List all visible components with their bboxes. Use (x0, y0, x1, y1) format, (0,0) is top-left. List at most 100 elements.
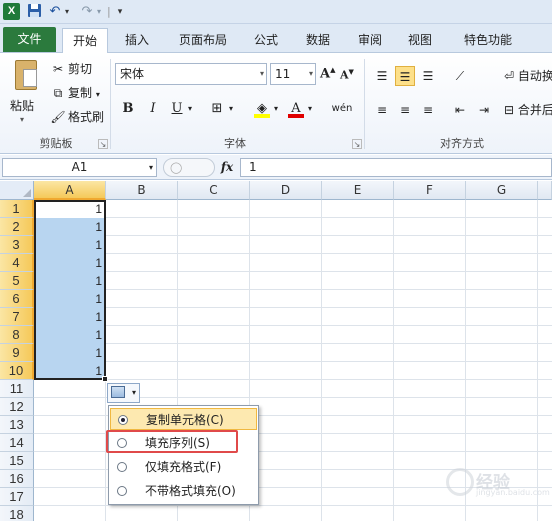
font-color-button[interactable]: A (287, 98, 305, 120)
column-header-g[interactable]: G (466, 181, 538, 200)
select-all-corner[interactable] (0, 181, 34, 200)
copy-button[interactable]: ⧉ 复制 ▾ (50, 83, 100, 103)
borders-button[interactable]: ⊞ (208, 98, 226, 120)
chevron-down-icon[interactable]: ▾ (132, 384, 136, 402)
column-header-h-partial[interactable] (538, 181, 552, 200)
row-header-2[interactable]: 2 (0, 218, 34, 236)
clipboard-launcher-icon[interactable]: ↘ (98, 139, 108, 149)
row-header-16[interactable]: 16 (0, 470, 34, 488)
cut-button[interactable]: ✂ 剪切 (50, 59, 92, 79)
align-top-button[interactable]: ☰ (372, 66, 392, 86)
bold-button[interactable]: B (119, 98, 137, 120)
row-header-7[interactable]: 7 (0, 308, 34, 326)
tab-data[interactable]: 数据 (298, 28, 338, 53)
undo-dropdown-icon[interactable]: ▾ (63, 3, 71, 21)
tab-formulas[interactable]: 公式 (246, 28, 286, 53)
shrink-font-button[interactable]: A▼ (340, 67, 356, 83)
option-fill-formatting-only[interactable]: 仅填充格式(F) (110, 456, 257, 478)
increase-indent-button[interactable]: ⇥ (474, 100, 494, 120)
font-launcher-icon[interactable]: ↘ (352, 139, 362, 149)
paste-dropdown-icon[interactable]: ▾ (20, 115, 24, 124)
cell-a5[interactable]: 1 (34, 272, 102, 290)
align-middle-button[interactable]: ☰ (395, 66, 415, 86)
row-header-3[interactable]: 3 (0, 236, 34, 254)
italic-button[interactable]: I (144, 98, 162, 120)
column-header-c[interactable]: C (178, 181, 250, 200)
insert-function-button[interactable]: fx (218, 158, 236, 177)
column-header-e[interactable]: E (322, 181, 394, 200)
cell-a10[interactable]: 1 (34, 362, 102, 380)
row-header-1[interactable]: 1 (0, 200, 34, 218)
tab-insert[interactable]: 插入 (116, 28, 158, 53)
decrease-indent-button[interactable]: ⇤ (450, 100, 470, 120)
redo-icon[interactable]: ↷ (80, 3, 94, 21)
tab-special-features[interactable]: 特色功能 (452, 28, 524, 53)
fill-handle[interactable] (102, 376, 108, 382)
phonetic-guide-button[interactable]: wén (328, 98, 356, 120)
row-header-13[interactable]: 13 (0, 416, 34, 434)
tab-review[interactable]: 审阅 (350, 28, 390, 53)
font-color-dropdown-icon[interactable]: ▾ (306, 98, 314, 120)
align-bottom-button[interactable]: ☰ (418, 66, 438, 86)
cell-a2[interactable]: 1 (34, 218, 102, 236)
undo-icon[interactable]: ↶ (48, 3, 62, 21)
format-painter-button[interactable]: 🖌 格式刷 (50, 107, 104, 127)
radio-icon[interactable] (117, 486, 127, 496)
row-header-4[interactable]: 4 (0, 254, 34, 272)
merge-center-button[interactable]: ⊟ 合并后 (504, 100, 552, 120)
tab-file[interactable]: 文件 (3, 27, 56, 52)
chevron-down-icon[interactable]: ▾ (149, 159, 153, 176)
chevron-down-icon[interactable]: ▾ (260, 64, 264, 84)
row-header-15[interactable]: 15 (0, 452, 34, 470)
fill-color-dropdown-icon[interactable]: ▾ (272, 98, 280, 120)
fill-color-button[interactable]: ◈ (253, 98, 271, 120)
borders-dropdown-icon[interactable]: ▾ (227, 98, 235, 120)
row-header-12[interactable]: 12 (0, 398, 34, 416)
underline-dropdown-icon[interactable]: ▾ (186, 98, 194, 120)
underline-button[interactable]: U (168, 98, 186, 120)
tab-home[interactable]: 开始 (62, 28, 108, 54)
row-header-9[interactable]: 9 (0, 344, 34, 362)
customize-qat-icon[interactable]: ▾ (115, 3, 125, 21)
cell-a6[interactable]: 1 (34, 290, 102, 308)
row-header-14[interactable]: 14 (0, 434, 34, 452)
column-header-a[interactable]: A (34, 181, 106, 200)
formula-input[interactable]: 1 (240, 158, 552, 177)
column-header-d[interactable]: D (250, 181, 322, 200)
option-copy-cells[interactable]: 复制单元格(C) (110, 408, 257, 430)
column-header-b[interactable]: B (106, 181, 178, 200)
copy-dropdown-icon[interactable]: ▾ (96, 90, 100, 99)
cell-a3[interactable]: 1 (34, 236, 102, 254)
formula-cancel-enter-buttons[interactable]: ◯ (163, 158, 215, 177)
chevron-down-icon[interactable]: ▾ (309, 64, 313, 84)
auto-fill-options-button[interactable]: ▾ (107, 383, 140, 403)
cell-a4[interactable]: 1 (34, 254, 102, 272)
row-header-17[interactable]: 17 (0, 488, 34, 506)
radio-icon[interactable] (117, 462, 127, 472)
cell-a8[interactable]: 1 (34, 326, 102, 344)
align-left-button[interactable]: ≡ (372, 100, 392, 120)
font-name-combobox[interactable]: 宋体 ▾ (115, 63, 267, 85)
row-header-18[interactable]: 18 (0, 506, 34, 521)
radio-selected-icon[interactable] (118, 415, 128, 425)
font-size-combobox[interactable]: 11 ▾ (270, 63, 316, 85)
wrap-text-button[interactable]: ⏎ 自动换 (504, 66, 552, 86)
align-center-button[interactable]: ≡ (395, 100, 415, 120)
column-header-f[interactable]: F (394, 181, 466, 200)
excel-logo-icon[interactable]: X (3, 3, 20, 20)
worksheet-grid[interactable]: A B C D E F G 1 2 3 4 5 6 7 8 9 10 11 12 13 14 15 16 17 1… (0, 181, 552, 521)
paste-button[interactable]: 粘贴 ▾ (6, 57, 44, 133)
row-header-8[interactable]: 8 (0, 326, 34, 344)
row-header-6[interactable]: 6 (0, 290, 34, 308)
tab-page-layout[interactable]: 页面布局 (170, 28, 236, 53)
name-box[interactable]: A1 ▾ (2, 158, 157, 177)
cell-a7[interactable]: 1 (34, 308, 102, 326)
option-fill-without-formatting[interactable]: 不带格式填充(O) (110, 480, 257, 502)
orientation-button[interactable]: ⟋ (450, 66, 470, 86)
redo-dropdown-icon[interactable]: ▾ (95, 3, 103, 21)
cell-a1[interactable]: 1 (34, 200, 102, 218)
row-header-11[interactable]: 11 (0, 380, 34, 398)
tab-view[interactable]: 视图 (400, 28, 440, 53)
cell-a9[interactable]: 1 (34, 344, 102, 362)
save-icon[interactable] (26, 3, 42, 21)
